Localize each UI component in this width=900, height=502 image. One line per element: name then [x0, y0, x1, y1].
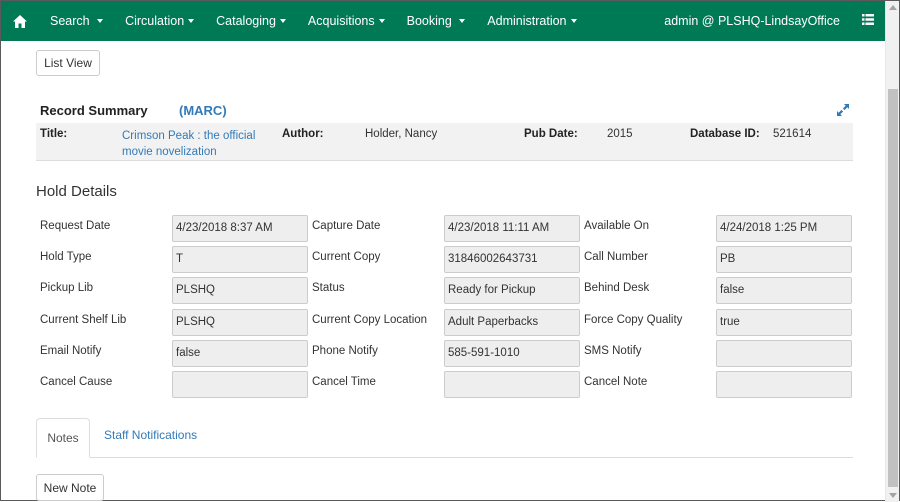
current-shelf-lib-value: PLSHQ [172, 309, 308, 336]
phone-notify-value: 585-591-1010 [444, 340, 580, 367]
call-number-value: PB [716, 246, 852, 273]
capture-date-value: 4/23/2018 11:11 AM [444, 215, 580, 242]
pub-date-label: Pub Date: [524, 128, 578, 140]
vertical-scrollbar[interactable] [885, 1, 899, 502]
scroll-down-arrow-icon[interactable] [889, 493, 897, 498]
call-number-label: Call Number [584, 251, 648, 263]
chevron-down-icon [97, 19, 104, 23]
status-value: Ready for Pickup [444, 277, 580, 304]
current-shelf-lib-label: Current Shelf Lib [40, 314, 127, 326]
nav-booking[interactable]: Booking [396, 1, 477, 41]
database-id-value: 521614 [773, 128, 812, 140]
nav-acquisitions[interactable]: Acquisitions [297, 1, 396, 41]
chevron-down-icon [459, 19, 466, 23]
nav-circulation[interactable]: Circulation [114, 1, 205, 41]
scroll-thumb[interactable] [888, 89, 898, 487]
capture-date-label: Capture Date [312, 220, 381, 232]
sms-notify-label: SMS Notify [584, 345, 642, 357]
cancel-time-value [444, 371, 580, 398]
available-on-value: 4/24/2018 1:25 PM [716, 215, 852, 242]
pub-date-value: 2015 [607, 128, 633, 140]
nav-administration-label: Administration [487, 14, 567, 28]
nav-circulation-label: Circulation [125, 14, 185, 28]
cancel-cause-value [172, 371, 308, 398]
nav-administration[interactable]: Administration [476, 1, 587, 41]
chevron-down-icon [378, 19, 385, 23]
hold-type-label: Hold Type [40, 251, 92, 263]
current-copy-location-label: Current Copy Location [312, 314, 428, 326]
phone-notify-label: Phone Notify [312, 345, 378, 357]
nav-booking-label: Booking [406, 14, 452, 28]
record-summary-heading: Record Summary [40, 103, 148, 118]
force-copy-quality-value: true [716, 309, 852, 336]
nav-search[interactable]: Search [39, 1, 114, 41]
behind-desk-label: Behind Desk [584, 282, 650, 294]
cancel-note-value [716, 371, 852, 398]
chevron-down-icon [570, 19, 577, 23]
hamburger-menu-icon[interactable] [862, 14, 874, 28]
request-date-value: 4/23/2018 8:37 AM [172, 215, 308, 242]
author-value: Holder, Nancy [365, 128, 438, 140]
list-view-button[interactable]: List View [36, 50, 100, 76]
title-link[interactable]: Crimson Peak : the official movie noveli… [122, 128, 272, 160]
nav-cataloging-label: Cataloging [216, 14, 276, 28]
record-summary-box: Title: Crimson Peak : the official movie… [36, 123, 853, 161]
current-copy-label: Current Copy [312, 251, 381, 263]
email-notify-label: Email Notify [40, 345, 102, 357]
email-notify-value: false [172, 340, 308, 367]
request-date-label: Request Date [40, 220, 111, 232]
chevron-down-icon [188, 19, 195, 23]
force-copy-quality-label: Force Copy Quality [584, 314, 683, 326]
cancel-note-label: Cancel Note [584, 376, 648, 388]
tab-notes[interactable]: Notes [36, 418, 90, 458]
available-on-label: Available On [584, 220, 649, 232]
hold-type-value: T [172, 246, 308, 273]
status-label: Status [312, 282, 345, 294]
pickup-lib-label: Pickup Lib [40, 282, 94, 294]
cancel-time-label: Cancel Time [312, 376, 376, 388]
tabs-divider [36, 457, 853, 458]
title-label: Title: [40, 128, 68, 140]
pickup-lib-value: PLSHQ [172, 277, 308, 304]
nav-search-label: Search [50, 14, 90, 28]
chevron-down-icon [279, 19, 286, 23]
home-icon[interactable] [1, 1, 39, 41]
database-id-label: Database ID: [690, 128, 760, 140]
current-copy-location-value: Adult Paperbacks [444, 309, 580, 336]
nav-cataloging[interactable]: Cataloging [205, 1, 297, 41]
behind-desk-value: false [716, 277, 852, 304]
nav-right: admin @ PLSHQ-LindsayOffice [664, 1, 874, 41]
expand-icon[interactable] [835, 102, 851, 118]
scroll-up-arrow-icon[interactable] [889, 5, 897, 10]
sms-notify-value [716, 340, 852, 367]
tab-staff-notifications[interactable]: Staff Notifications [104, 428, 197, 442]
hold-details-heading: Hold Details [36, 183, 117, 200]
cancel-cause-label: Cancel Cause [40, 376, 113, 388]
marc-link[interactable]: (MARC) [179, 103, 227, 118]
author-label: Author: [282, 128, 324, 140]
current-copy-link[interactable]: 31846002643731 [444, 246, 580, 273]
new-note-button[interactable]: New Note [36, 474, 104, 501]
user-menu[interactable]: admin @ PLSHQ-LindsayOffice [664, 14, 840, 28]
nav-acquisitions-label: Acquisitions [307, 14, 375, 28]
top-navbar: Search Circulation Cataloging Acquisitio… [1, 1, 886, 41]
